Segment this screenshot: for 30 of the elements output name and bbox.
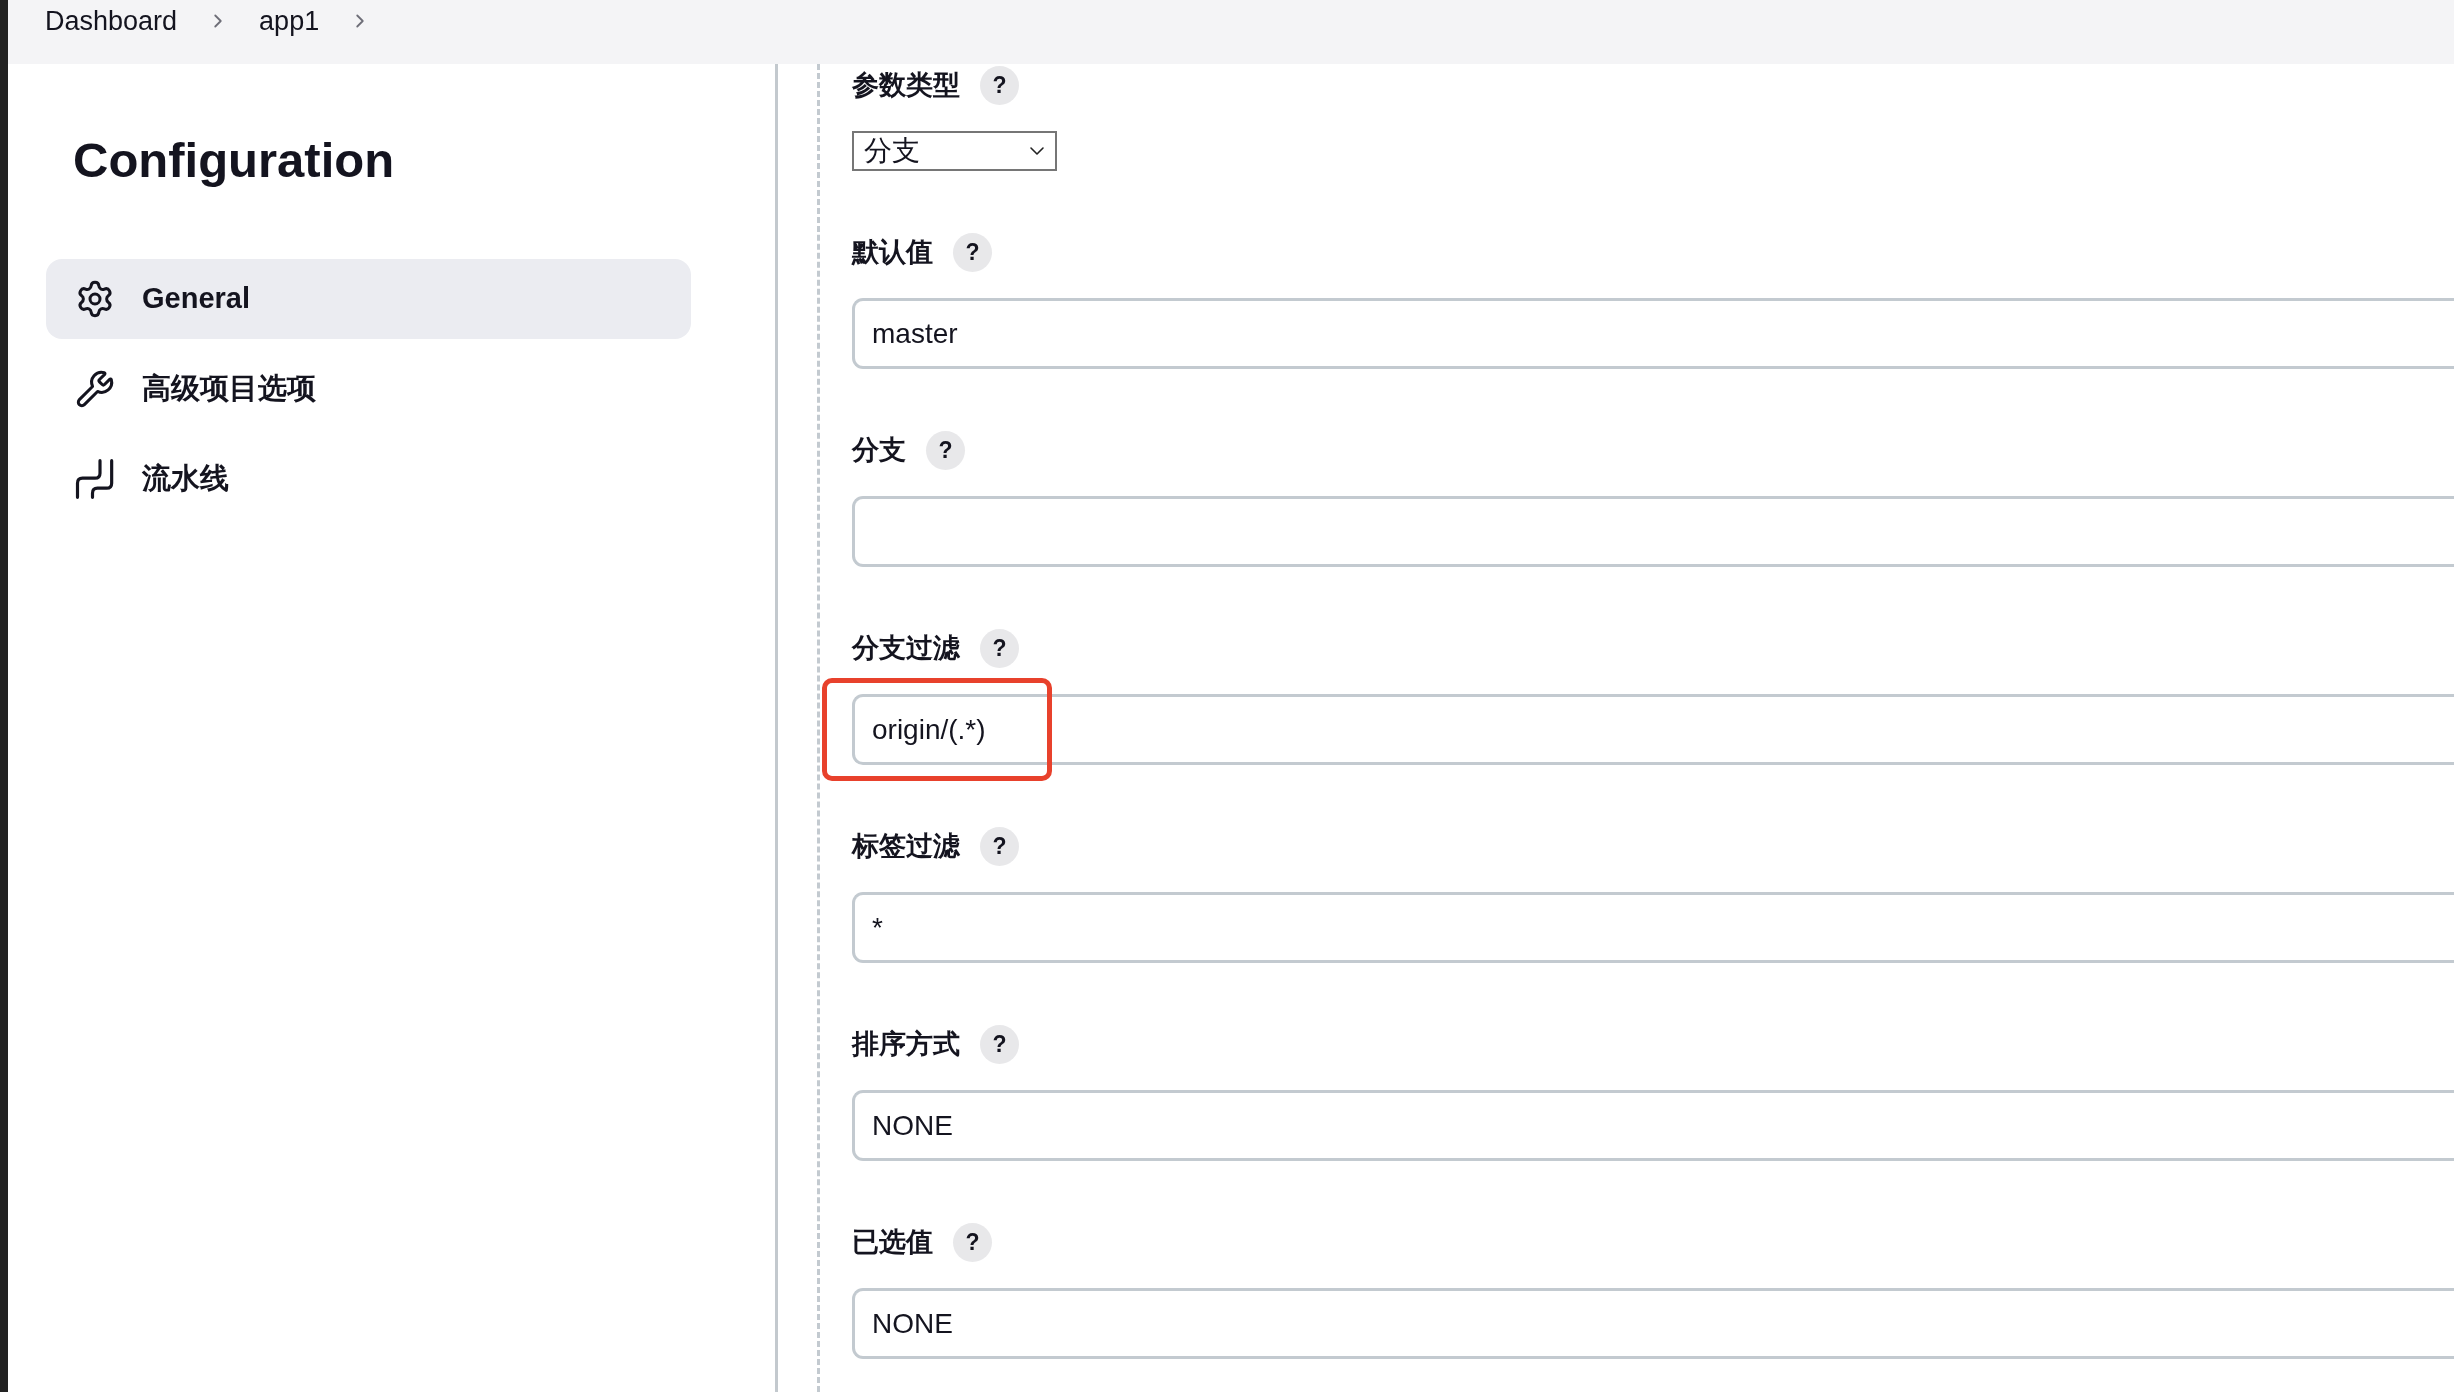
- text-input[interactable]: *: [852, 892, 2454, 963]
- text-input[interactable]: origin/(.*): [852, 694, 2454, 765]
- sidebar-item[interactable]: 流水线: [46, 439, 691, 519]
- text-input[interactable]: NONE: [852, 1288, 2454, 1359]
- help-button[interactable]: ?: [980, 65, 1019, 105]
- wrench-icon: [75, 369, 115, 409]
- field-label: 排序方式: [852, 1028, 960, 1061]
- help-button[interactable]: ?: [980, 628, 1019, 668]
- sidebar-item[interactable]: General: [46, 259, 691, 339]
- breadcrumb-link[interactable]: app1: [259, 5, 320, 37]
- help-button[interactable]: ?: [926, 430, 965, 470]
- breadcrumb-link[interactable]: Dashboard: [45, 5, 178, 37]
- help-button[interactable]: ?: [980, 826, 1019, 866]
- pipeline-icon: [75, 459, 115, 499]
- text-input[interactable]: master: [852, 298, 2454, 369]
- text-input[interactable]: [852, 496, 2454, 567]
- field-label: 默认值: [852, 236, 933, 269]
- help-button[interactable]: ?: [980, 1024, 1019, 1064]
- dropdown-select[interactable]: 分支: [852, 131, 1057, 171]
- field-label: 已选值: [852, 1226, 933, 1259]
- page-title: Configuration: [73, 132, 395, 188]
- field-label: 参数类型: [852, 69, 960, 102]
- sidebar-item[interactable]: 高级项目选项: [46, 349, 691, 429]
- gear-icon: [75, 279, 115, 319]
- help-button[interactable]: ?: [953, 1222, 992, 1262]
- help-button[interactable]: ?: [953, 232, 992, 272]
- field-label: 标签过滤: [852, 830, 960, 863]
- field-label: 分支: [852, 434, 906, 467]
- field-label: 分支过滤: [852, 632, 960, 665]
- text-input[interactable]: NONE: [852, 1090, 2454, 1161]
